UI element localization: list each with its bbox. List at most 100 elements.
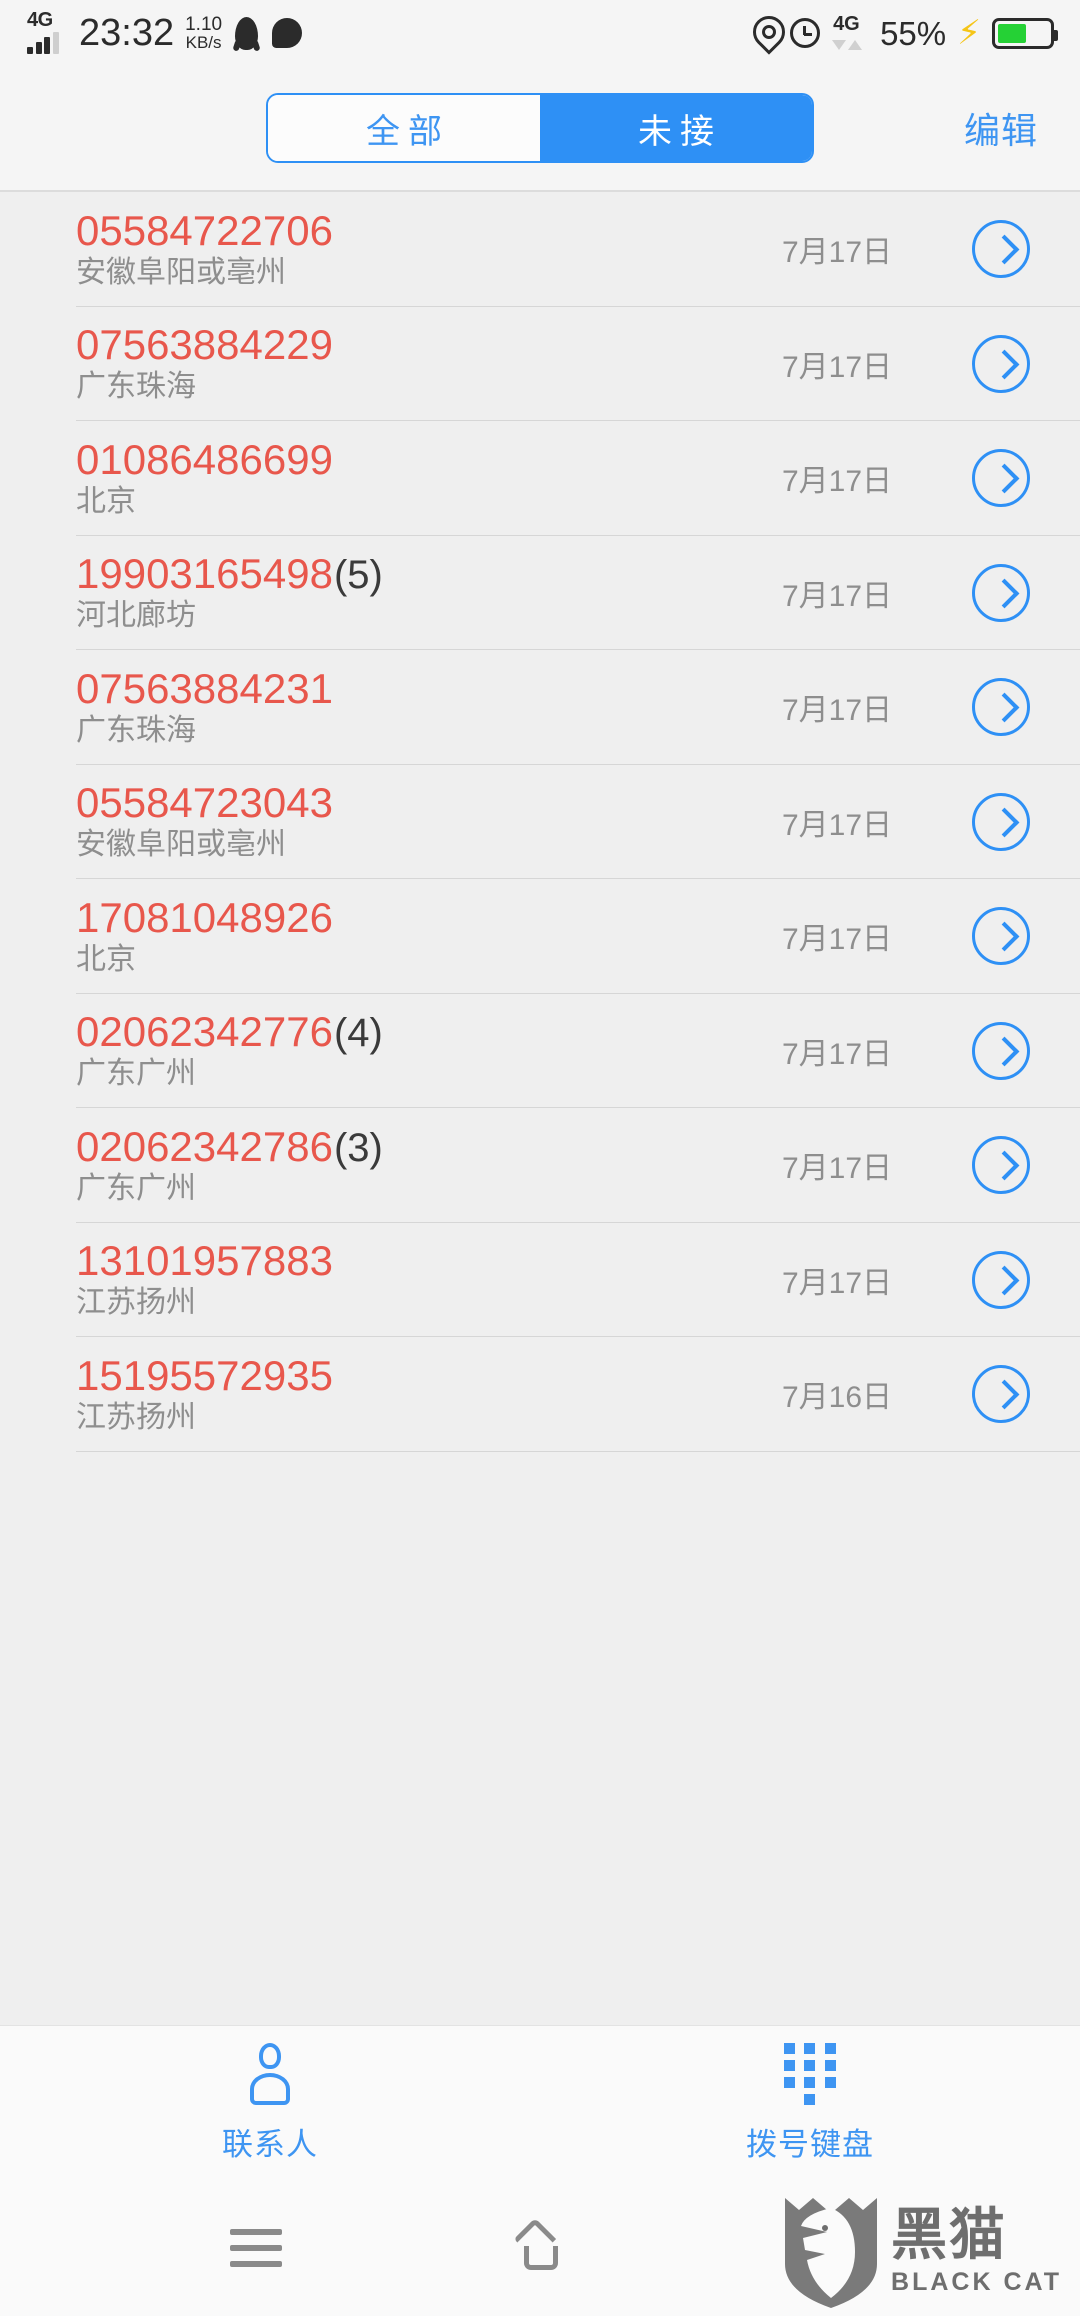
call-entry-info: 15195572935 江苏扬州 <box>76 1351 782 1434</box>
call-number-line: 19903165498 (5) <box>76 550 782 598</box>
network-speed-indicator: 1.10 KB/s <box>185 13 223 53</box>
call-number-line: 13101957883 <box>76 1240 782 1282</box>
call-detail-chevron-icon[interactable] <box>972 1365 1030 1424</box>
call-count: (3) <box>333 1125 383 1170</box>
call-number: 17081048926 <box>76 893 333 941</box>
call-location: 江苏扬州 <box>76 1400 196 1434</box>
call-location: 广东广州 <box>76 1171 196 1205</box>
call-number-line: 02062342786 (3) <box>76 1122 782 1170</box>
call-location: 安徽阜阳或亳州 <box>76 255 286 289</box>
call-number: 02062342776 <box>76 1008 333 1056</box>
table-row[interactable]: 19903165498 (5) 河北廊坊 7月17日 <box>0 536 1080 651</box>
call-count: (4) <box>333 1011 383 1056</box>
call-number: 15195572935 <box>76 1351 333 1399</box>
table-row[interactable]: 17081048926 北京 7月17日 <box>0 879 1080 994</box>
network-speed-unit: KB/s <box>185 33 222 53</box>
dialpad-icon <box>782 2042 838 2105</box>
call-date: 7月17日 <box>782 694 893 728</box>
call-number-line: 17081048926 <box>76 893 782 941</box>
status-bar-right: 4G 55% ⚡ <box>753 14 1058 52</box>
call-date: 7月17日 <box>782 1266 893 1300</box>
black-cat-cn-label: 黑猫 <box>891 2202 1008 2268</box>
call-number-line: 07563884229 <box>76 324 782 366</box>
call-detail-chevron-icon[interactable] <box>972 563 1030 622</box>
call-entry-info: 02062342776 (4) 广东广州 <box>76 1008 782 1091</box>
call-detail-chevron-icon[interactable] <box>972 1136 1030 1195</box>
black-cat-watermark: 黑猫 BLACK CAT <box>781 2192 1062 2310</box>
call-number: 07563884231 <box>76 664 333 712</box>
call-date: 7月17日 <box>782 1037 893 1071</box>
chat-bubble-icon <box>272 18 303 48</box>
call-date: 7月17日 <box>782 923 893 957</box>
tab-dialpad[interactable]: 拨号键盘 <box>540 2026 1080 2180</box>
call-detail-chevron-icon[interactable] <box>972 792 1030 851</box>
status-clock: 23:32 <box>79 12 175 54</box>
call-number: 05584722706 <box>76 206 333 254</box>
table-row[interactable]: 02062342776 (4) 广东广州 7月17日 <box>0 994 1080 1109</box>
table-row[interactable]: 15195572935 江苏扬州 7月16日 <box>0 1337 1080 1452</box>
home-icon[interactable] <box>513 2217 569 2272</box>
black-cat-wordmark: 黑猫 BLACK CAT <box>891 2202 1062 2296</box>
call-entry-info: 07563884231 广东珠海 <box>76 664 782 747</box>
call-number: 02062342786 <box>76 1122 333 1170</box>
table-row[interactable]: 07563884229 广东珠海 7月17日 <box>0 307 1080 422</box>
call-location: 北京 <box>76 942 136 976</box>
call-location: 广东珠海 <box>76 713 196 747</box>
call-detail-chevron-icon[interactable] <box>972 449 1030 508</box>
call-detail-chevron-icon[interactable] <box>972 334 1030 393</box>
tab-missed-calls[interactable]: 未接 <box>540 95 812 161</box>
battery-percent-label: 55% <box>880 14 947 52</box>
recents-menu-icon[interactable] <box>230 2229 282 2267</box>
mobile-data-icon: 4G <box>831 14 869 52</box>
black-cat-en-label: BLACK CAT <box>891 2267 1062 2296</box>
call-entry-info: 05584722706 安徽阜阳或亳州 <box>76 206 782 289</box>
call-detail-chevron-icon[interactable] <box>972 678 1030 737</box>
battery-icon <box>992 17 1058 49</box>
signal-strength-icon: 4G <box>26 9 70 54</box>
call-entry-info: 07563884229 广东珠海 <box>76 324 782 404</box>
call-number-line: 02062342776 (4) <box>76 1008 782 1056</box>
charging-bolt-icon: ⚡ <box>957 14 981 52</box>
call-number: 13101957883 <box>76 1237 333 1285</box>
call-number-line: 05584722706 <box>76 206 782 254</box>
call-entry-info: 13101957883 江苏扬州 <box>76 1240 782 1320</box>
call-date: 7月17日 <box>782 350 893 384</box>
table-row[interactable]: 05584723043 安徽阜阳或亳州 7月17日 <box>0 765 1080 880</box>
table-row[interactable]: 13101957883 江苏扬州 7月17日 <box>0 1223 1080 1338</box>
call-date: 7月17日 <box>782 465 893 499</box>
table-row[interactable]: 01086486699 北京 7月17日 <box>0 421 1080 536</box>
call-location: 北京 <box>76 484 136 518</box>
call-number: 19903165498 <box>76 550 333 598</box>
edit-button[interactable]: 编辑 <box>964 102 1038 154</box>
tab-all-calls[interactable]: 全部 <box>268 95 540 161</box>
tab-contacts-label: 联系人 <box>222 2126 318 2162</box>
call-entry-info: 05584723043 安徽阜阳或亳州 <box>76 779 782 862</box>
call-detail-chevron-icon[interactable] <box>972 1250 1030 1309</box>
signal-bars-icon <box>27 32 59 54</box>
call-date: 7月17日 <box>782 236 893 270</box>
call-location: 安徽阜阳或亳州 <box>76 828 286 862</box>
bottom-tab-bar: 联系人 拨号键盘 <box>0 2025 1080 2180</box>
call-number-line: 01086486699 <box>76 438 782 481</box>
call-count: (5) <box>333 553 383 598</box>
tab-dialpad-label: 拨号键盘 <box>746 2126 874 2162</box>
call-filter-segmented-control[interactable]: 全部 未接 <box>266 93 814 163</box>
call-detail-chevron-icon[interactable] <box>972 220 1030 279</box>
call-entry-info: 19903165498 (5) 河北廊坊 <box>76 550 782 633</box>
network-speed-value: 1.10 <box>185 13 223 35</box>
location-pin-icon <box>753 16 779 50</box>
call-detail-chevron-icon[interactable] <box>972 1021 1030 1080</box>
call-detail-chevron-icon[interactable] <box>972 907 1030 966</box>
table-row[interactable]: 02062342786 (3) 广东广州 7月17日 <box>0 1108 1080 1223</box>
table-row[interactable]: 07563884231 广东珠海 7月17日 <box>0 650 1080 765</box>
status-bar: 4G 23:32 1.10 KB/s 4G 55% ⚡ <box>0 0 1080 66</box>
black-cat-shield-icon <box>781 2192 881 2310</box>
call-log-list[interactable]: 05584722706 安徽阜阳或亳州 7月17日 07563884229 广东… <box>0 190 1080 2025</box>
phone-screen: 4G 23:32 1.10 KB/s 4G 55% ⚡ 全部 未接 编辑 055… <box>0 0 1080 2316</box>
call-number: 07563884229 <box>76 321 333 369</box>
call-location: 江苏扬州 <box>76 1286 196 1320</box>
tab-contacts[interactable]: 联系人 <box>0 2026 540 2180</box>
network-type-label: 4G <box>27 9 53 31</box>
call-number: 05584723043 <box>76 779 333 827</box>
table-row[interactable]: 05584722706 安徽阜阳或亳州 7月17日 <box>0 192 1080 307</box>
